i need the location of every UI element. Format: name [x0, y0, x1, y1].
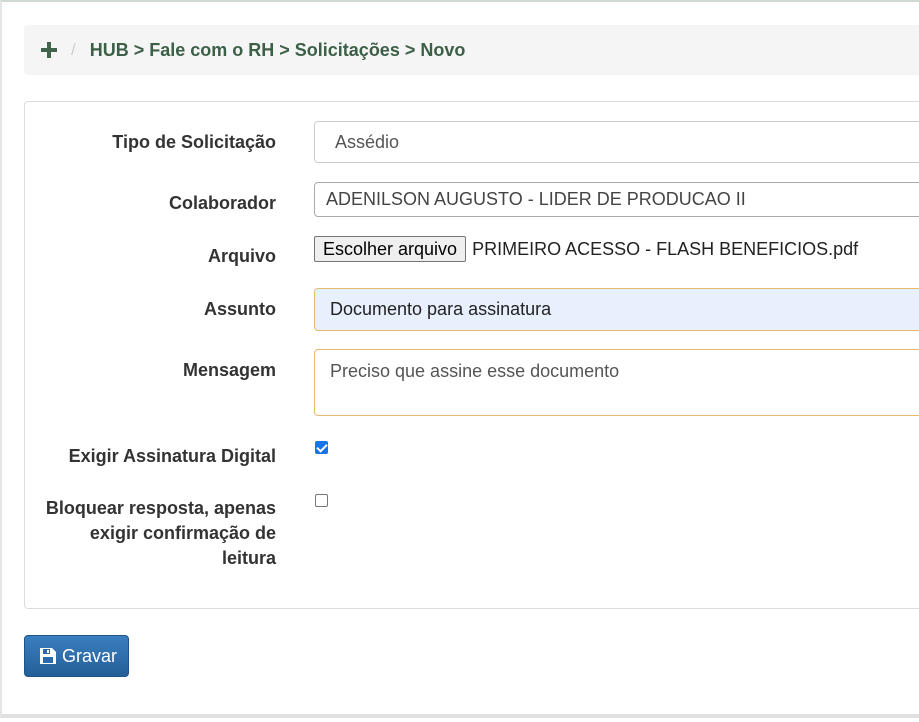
- assinatura-label: Exigir Assinatura Digital: [68, 446, 276, 466]
- bloquear-label: Bloquear resposta, apenas exigir confirm…: [46, 496, 276, 571]
- tipo-solicitacao-label: Tipo de Solicitação: [112, 132, 276, 152]
- bloquear-label-line1: Bloquear resposta, apenas: [45, 498, 276, 518]
- breadcrumb: / HUB > Fale com o RH > Solicitações > N…: [24, 25, 919, 75]
- assunto-label: Assunto: [204, 299, 276, 319]
- tipo-solicitacao-select[interactable]: Assédio: [314, 121, 919, 163]
- bloquear-label-line2: exigir confirmação de: [89, 523, 276, 543]
- choose-file-button[interactable]: Escolher arquivo: [314, 236, 467, 262]
- plus-icon[interactable]: [40, 41, 58, 59]
- bloquear-checkbox[interactable]: [315, 494, 328, 507]
- assinatura-checkbox[interactable]: [315, 441, 328, 454]
- colaborador-label: Colaborador: [168, 193, 276, 213]
- save-button[interactable]: Gravar: [24, 635, 129, 677]
- file-name-text: PRIMEIRO ACESSO - FLASH BENEFICIOS.pdf: [472, 238, 859, 259]
- breadcrumb-path[interactable]: HUB > Fale com o RH > Solicitações > Nov…: [90, 40, 466, 61]
- arquivo-label: Arquivo: [207, 246, 276, 266]
- mensagem-textarea[interactable]: Preciso que assine esse documento: [314, 349, 919, 416]
- bloquear-label-line3: leitura: [221, 548, 276, 568]
- colaborador-select[interactable]: ADENILSON AUGUSTO - LIDER DE PRODUCAO II: [314, 182, 919, 217]
- arquivo-file-input: Escolher arquivo PRIMEIRO ACESSO - FLASH…: [314, 236, 858, 262]
- mensagem-label: Mensagem: [182, 360, 276, 380]
- assunto-input[interactable]: Documento para assinatura: [314, 288, 919, 331]
- save-label: Gravar: [62, 645, 118, 666]
- save-icon: [39, 647, 57, 665]
- breadcrumb-separator: /: [71, 40, 76, 59]
